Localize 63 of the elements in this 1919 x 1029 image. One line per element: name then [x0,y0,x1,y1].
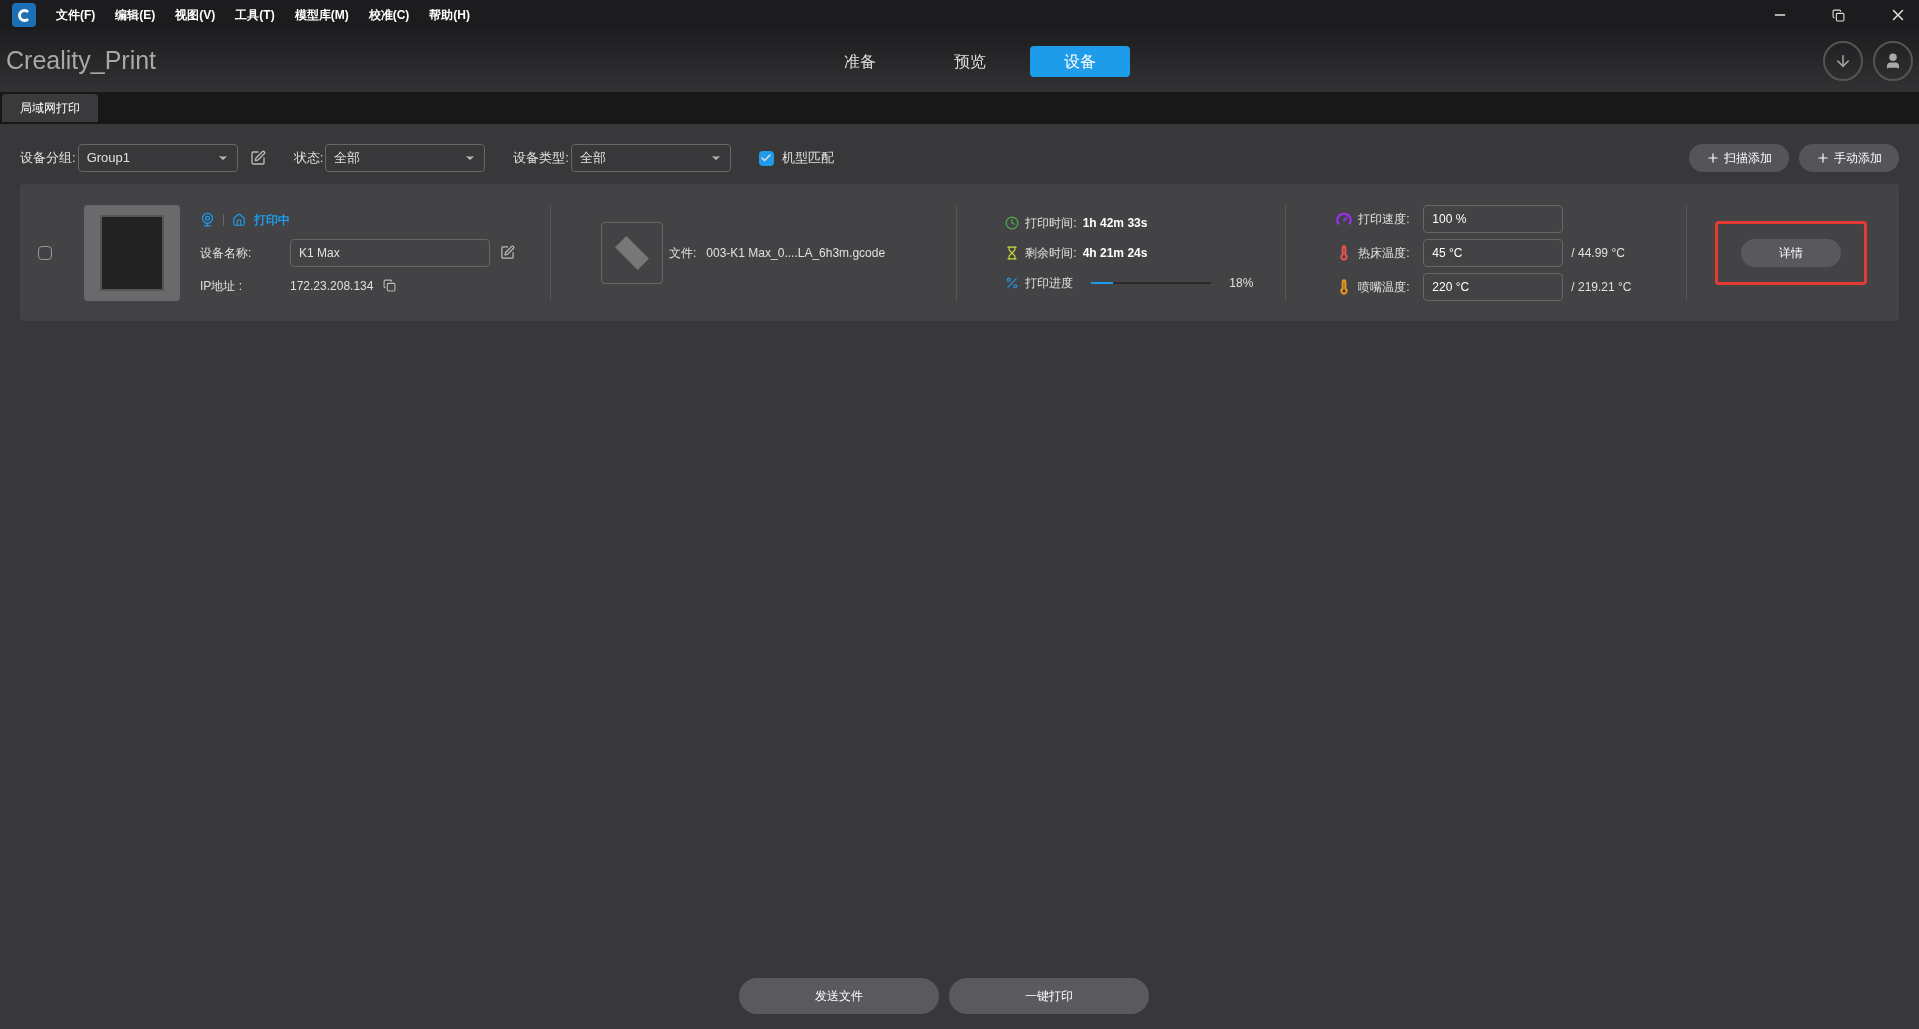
edit-icon[interactable] [249,150,266,166]
param-field[interactable]: 100 % [1423,204,1564,233]
camera-icon[interactable] [200,212,215,227]
remaining-label: 剩余时间: [1025,244,1077,262]
file-name: 003-K1 Max_0....LA_6h3m.gcode [706,244,887,262]
param-field[interactable]: 220 °C [1423,272,1564,301]
clock-icon [1005,215,1020,230]
edit-icon[interactable] [500,245,515,260]
copy-icon[interactable] [383,279,397,292]
add-device-button[interactable]: 扫描添加 [1689,144,1789,172]
model-match-label: 机型匹配 [781,149,834,168]
filter-label: 设备分组: [20,149,76,168]
filter-dropdown[interactable]: Group1 [77,144,238,172]
param-field[interactable]: 45 °C [1423,238,1564,267]
param-label: 打印速度: [1358,210,1411,228]
menu-item[interactable]: 编辑(E) [115,6,156,24]
ip-label: IP地址 : [200,277,243,295]
model-thumbnail [601,221,663,284]
plus-icon [1816,151,1830,165]
model-match-checkbox[interactable] [758,150,774,166]
app-logo-icon [12,3,36,27]
param-label: 喷嘴温度: [1358,278,1411,296]
progress-value: 18% [1229,274,1254,292]
menu-item[interactable]: 校准(C) [368,6,410,24]
app-title: Creality_Print [6,45,157,77]
arrow-down-icon [1834,52,1852,70]
lan-print-tab[interactable]: 局域网打印 [2,94,98,122]
home-icon [232,212,246,227]
status-text: 打印中 [254,211,290,229]
download-button[interactable] [1823,41,1863,81]
print-time-label: 打印时间: [1025,214,1077,232]
remaining-time: 4h 21m 24s [1082,244,1148,262]
print-time: 1h 42m 33s [1082,214,1148,232]
menu-item[interactable]: 帮助(H) [429,6,470,24]
file-label: 文件: [669,244,697,262]
filter-dropdown[interactable]: 全部 [570,144,731,172]
account-button[interactable] [1873,41,1913,81]
menu-item[interactable]: 工具(T) [235,6,275,24]
action-button[interactable]: 发送文件 [738,978,939,1014]
progress-icon [1005,275,1020,290]
menu-item[interactable]: 文件(F) [56,6,96,24]
action-button[interactable]: 一键打印 [948,978,1149,1014]
restore-icon[interactable] [1832,8,1845,22]
menu-item[interactable]: 模型库(M) [294,6,349,24]
name-label: 设备名称: [200,244,253,262]
menu-item[interactable]: 视图(V) [175,6,216,24]
filter-label: 设备类型: [513,149,569,168]
user-icon [1884,52,1902,70]
plus-icon [1706,151,1720,165]
filter-label: 状态: [293,149,324,168]
hourglass-icon [1005,245,1020,260]
ip-address: 172.23.208.134 [290,277,374,295]
param-label: 热床温度: [1358,244,1411,262]
progress-label: 打印进度 [1025,274,1074,292]
add-device-button[interactable]: 手动添加 [1799,144,1899,172]
actual-temperature: / 219.21 °C [1571,278,1632,296]
mode-tab[interactable]: 预览 [920,46,1020,77]
filter-dropdown[interactable]: 全部 [325,144,486,172]
actual-temperature: / 44.99 °C [1571,244,1625,262]
mode-tab[interactable]: 准备 [810,46,910,77]
device-checkbox[interactable] [38,245,52,260]
device-name-field[interactable]: K1 Max [290,238,490,267]
details-button[interactable]: 详情 [1741,238,1842,267]
